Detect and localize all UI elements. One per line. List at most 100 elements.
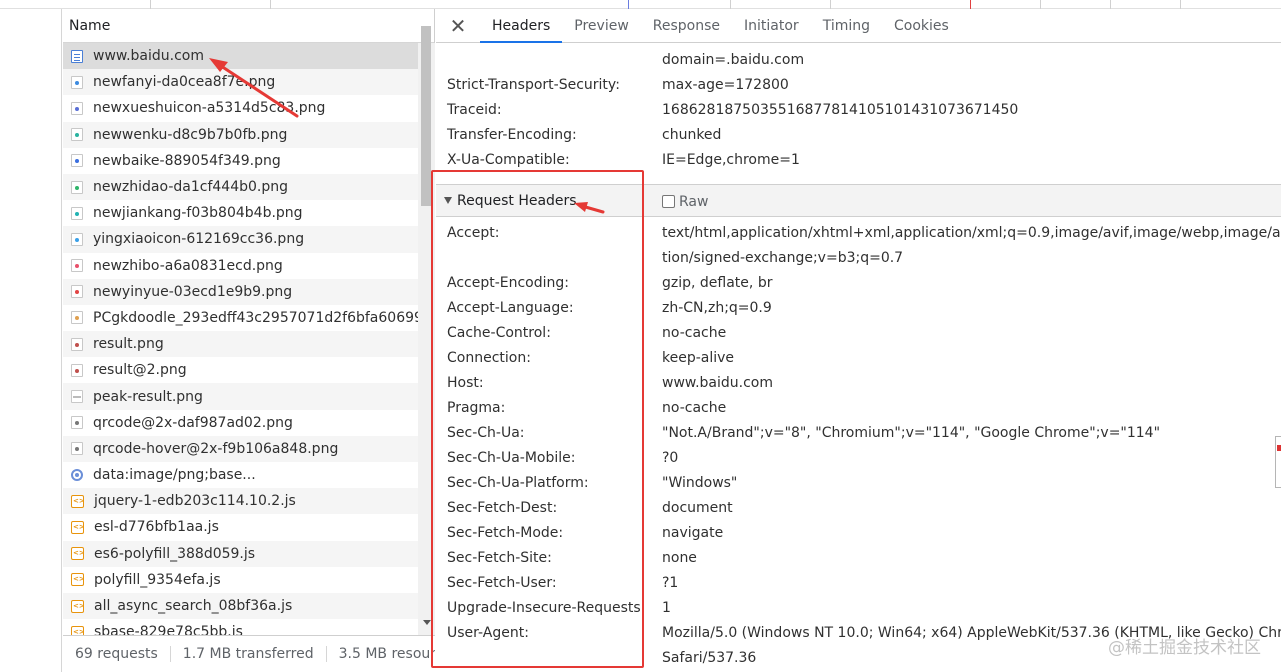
request-row[interactable]: newwenku-d8c9b7b0fb.png	[63, 121, 418, 148]
request-header-row: Sec-Fetch-Mode: navigate	[447, 520, 1281, 545]
list-scrollbar-thumb[interactable]	[421, 26, 431, 206]
image-icon	[71, 285, 83, 299]
request-row[interactable]: qrcode@2x-daf987ad02.png	[63, 410, 418, 436]
data-uri-icon	[71, 469, 83, 482]
request-row[interactable]: result.png	[63, 331, 418, 358]
request-header-row: Sec-Fetch-Site: none	[447, 545, 1281, 570]
strip-divider	[1180, 0, 1181, 9]
request-name: www.baidu.com	[93, 48, 204, 65]
resources-size: 3.5 MB resources	[338, 646, 435, 662]
name-column-header[interactable]: Name	[63, 9, 434, 43]
request-name: newyinyue-03ecd1e9b9.png	[93, 283, 293, 300]
request-row[interactable]: newfanyi-da0cea8f7e.png	[63, 69, 418, 96]
raw-checkbox[interactable]	[662, 195, 675, 208]
header-value: ?0	[662, 449, 679, 466]
request-row[interactable]: www.baidu.com	[63, 43, 418, 70]
header-key: Cache-Control:	[447, 324, 551, 341]
header-value: www.baidu.com	[662, 374, 773, 391]
header-key: Sec-Ch-Ua-Mobile:	[447, 449, 576, 466]
header-key: Connection:	[447, 349, 531, 366]
header-value: zh-CN,zh;q=0.9	[662, 299, 772, 316]
request-row[interactable]: result@2.png	[63, 357, 418, 383]
image-icon	[71, 311, 83, 325]
header-value: domain=.baidu.com	[662, 51, 805, 68]
raw-label: Raw	[679, 193, 709, 210]
response-header-row: Strict-Transport-Security: max-age=172800	[447, 72, 1281, 97]
request-row[interactable]: newxueshuicon-a5314d5c83.png	[63, 95, 418, 121]
request-row[interactable]: newjiankang-f03b804b4b.png	[63, 200, 418, 226]
request-rows: www.baidu.com newfanyi-da0cea8f7e.png newx…	[63, 43, 434, 635]
header-value: 1	[662, 599, 671, 616]
request-name: qrcode@2x-daf987ad02.png	[93, 414, 293, 431]
request-name: all_async_search_08bf36a.js	[94, 598, 293, 615]
side-widget-edge[interactable]	[1275, 436, 1281, 488]
tab-response[interactable]: Response	[641, 9, 732, 42]
image-icon	[71, 75, 83, 89]
close-icon[interactable]: ✕	[436, 9, 480, 42]
request-header-row: Sec-Ch-Ua-Platform: "Windows"	[447, 470, 1281, 495]
tab-timing[interactable]: Timing	[811, 9, 882, 42]
script-icon	[71, 547, 85, 561]
request-row[interactable]: newbaike-889054f349.png	[63, 148, 418, 174]
request-row[interactable]: newyinyue-03ecd1e9b9.png	[63, 278, 418, 305]
request-header-row: tion/signed-exchange;v=b3;q=0.7	[447, 245, 1281, 270]
request-row[interactable]: data:image/png;base...	[63, 462, 418, 488]
header-value: 1686281875035516877814105101431073671450	[662, 101, 1019, 118]
request-header-row: Sec-Ch-Ua-Mobile: ?0	[447, 445, 1281, 470]
request-name: newwenku-d8c9b7b0fb.png	[93, 126, 288, 143]
image-icon	[71, 337, 83, 351]
widget-marker	[1277, 445, 1281, 451]
request-row[interactable]: newzhibo-a6a0831ecd.png	[63, 253, 418, 279]
request-row[interactable]: esl-d776bfb1aa.js	[63, 514, 418, 540]
request-name: sbase-829e78c5bb.js	[94, 624, 243, 635]
header-key: User-Agent:	[447, 624, 529, 641]
request-row[interactable]: sbase-829e78c5bb.js	[63, 619, 418, 635]
header-value: no-cache	[662, 399, 727, 416]
header-key: Sec-Fetch-Site:	[447, 549, 552, 566]
raw-toggle[interactable]: Raw	[662, 185, 708, 218]
script-icon	[71, 599, 85, 613]
header-value: "Not.A/Brand";v="8", "Chromium";v="114",…	[662, 424, 1161, 441]
request-row[interactable]: polyfill_9354efa.js	[63, 567, 418, 593]
transferred-size: 1.7 MB transferred	[171, 646, 327, 662]
request-row[interactable]: qrcode-hover@2x-f9b106a848.png	[63, 435, 418, 462]
tab-preview[interactable]: Preview	[562, 9, 641, 42]
request-row[interactable]: all_async_search_08bf36a.js	[63, 592, 418, 620]
header-key: Sec-Fetch-Dest:	[447, 499, 558, 516]
request-headers-section-header[interactable]: Request Headers Raw	[436, 184, 1281, 217]
request-header-row: Connection: keep-alive	[447, 345, 1281, 370]
request-name: newzhibo-a6a0831ecd.png	[93, 257, 283, 274]
header-key: Strict-Transport-Security:	[447, 76, 620, 93]
request-header-row: Accept-Encoding: gzip, deflate, br	[447, 270, 1281, 295]
header-value: document	[662, 499, 733, 516]
header-value: no-cache	[662, 324, 727, 341]
request-name: es6-polyfill_388d059.js	[94, 545, 256, 562]
request-name: jquery-1-edb203c114.10.2.js	[94, 493, 296, 510]
request-name: newfanyi-da0cea8f7e.png	[93, 74, 276, 91]
network-status-bar: 69 requests 1.7 MB transferred 3.5 MB re…	[63, 635, 435, 672]
request-row[interactable]: es6-polyfill_388d059.js	[63, 540, 418, 567]
header-value: text/html,application/xhtml+xml,applicat…	[662, 224, 1281, 241]
request-name: polyfill_9354efa.js	[94, 571, 221, 588]
request-row[interactable]: yingxiaoicon-612169cc36.png	[63, 226, 418, 253]
strip-divider	[270, 0, 271, 9]
header-key: Accept-Language:	[447, 299, 574, 316]
scroll-down-arrow-icon[interactable]	[423, 620, 431, 625]
image-icon	[71, 128, 83, 142]
strip-divider	[628, 0, 629, 9]
request-row[interactable]: peak-result.png	[63, 383, 418, 410]
request-detail-panel: ✕ Headers Preview Response Initiator Tim…	[436, 9, 1281, 672]
request-row[interactable]: newzhidao-da1cf444b0.png	[63, 173, 418, 201]
request-row[interactable]: PCgkdoodle_293edff43c2957071d2f6bfa60699…	[63, 305, 418, 331]
expand-triangle-icon[interactable]	[444, 197, 452, 204]
request-name: yingxiaoicon-612169cc36.png	[93, 231, 305, 248]
strip-divider	[730, 0, 731, 9]
tab-headers[interactable]: Headers	[480, 9, 563, 43]
request-row[interactable]: jquery-1-edb203c114.10.2.js	[63, 488, 418, 515]
tab-initiator[interactable]: Initiator	[732, 9, 811, 42]
name-column-label: Name	[69, 17, 111, 34]
strip-divider	[1110, 0, 1111, 9]
tab-cookies[interactable]: Cookies	[882, 9, 961, 42]
request-name: newxueshuicon-a5314d5c83.png	[93, 100, 326, 117]
header-key: Sec-Ch-Ua-Platform:	[447, 474, 589, 491]
